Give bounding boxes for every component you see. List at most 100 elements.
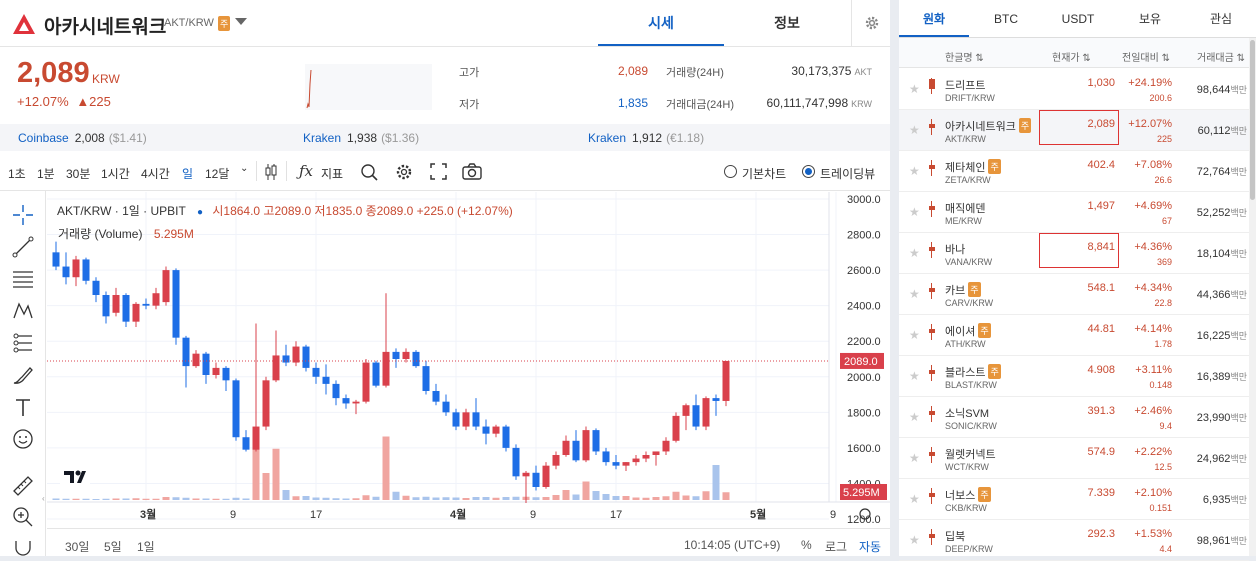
price-chart[interactable]: 3000.0 2800.0 2600.0 2400.0 2200.0 2000.0 1800… (47, 192, 890, 528)
market-row[interactable]: ★ 너보스 주 CKB/KRW 7.339 +2.10% 0.151 6,935백만 (899, 479, 1249, 520)
star-icon[interactable]: ★ (909, 369, 920, 383)
coin-price: 292.3 (1087, 528, 1115, 540)
trend-line-icon[interactable] (12, 236, 34, 258)
coin-name: 아카시네트워크 (44, 17, 167, 38)
high-label: 고가 (459, 67, 480, 79)
range-5d[interactable]: 5일 (104, 538, 122, 555)
basic-chart-radio[interactable] (724, 165, 737, 178)
star-icon[interactable]: ★ (909, 123, 920, 137)
tab-holdings[interactable]: 보유 (1115, 0, 1185, 37)
interval-1d[interactable]: 일 (182, 165, 193, 182)
candle-body (92, 280, 100, 295)
tab-krw[interactable]: 원화 (899, 0, 969, 37)
coin-volume: 24,962백만 (1197, 452, 1247, 465)
pattern-icon[interactable] (12, 300, 34, 322)
market-row[interactable]: ★ 제타체인 주 ZETA/KRW 402.4 +7.08% 26.6 72,764백만 (899, 151, 1249, 192)
volume-bar (282, 490, 290, 500)
ruler-icon[interactable] (12, 475, 34, 497)
market-row[interactable]: ★ 블라스트 주 BLAST/KRW 4.908 +3.11% 0.148 16,389백만 (899, 356, 1249, 397)
star-icon[interactable]: ★ (909, 164, 920, 178)
candle-body (232, 380, 240, 438)
volume-bar (492, 497, 500, 500)
price-unit: KRW (92, 72, 120, 86)
indicator-button[interactable]: 지표 (321, 165, 343, 182)
crosshair-icon[interactable] (12, 204, 34, 226)
volume-bar (122, 498, 130, 500)
coin-price: 8,841 (1087, 241, 1115, 253)
star-icon[interactable]: ★ (909, 246, 920, 260)
zoom-in-icon[interactable] (12, 506, 34, 528)
projection-icon[interactable] (12, 332, 34, 354)
volume-bar (402, 495, 410, 500)
star-icon[interactable]: ★ (909, 205, 920, 219)
tradingview-logo[interactable] (60, 463, 90, 489)
settings-button[interactable] (851, 0, 890, 46)
market-row[interactable]: ★ 월렛커넥트 WCT/KRW 574.9 +2.22% 12.5 24,962백만 (899, 438, 1249, 479)
tradingview-radio[interactable] (802, 165, 815, 178)
collapse-tools-icon[interactable]: ‹ (42, 494, 45, 503)
tab-btc[interactable]: BTC (971, 0, 1041, 37)
interval-1h[interactable]: 1시간 (101, 165, 130, 182)
interval-1s[interactable]: 1초 (8, 165, 26, 182)
interval-30m[interactable]: 30분 (66, 165, 90, 182)
percent-scale-button[interactable]: % (801, 538, 812, 552)
market-row[interactable]: ★ 딥북 DEEP/KRW 292.3 +1.53% 4.4 98,961백만 (899, 520, 1249, 561)
coin-symbol: VANA/KRW (945, 257, 993, 267)
text-tool-icon[interactable] (12, 396, 34, 418)
market-row[interactable]: ★ 카브 주 CARV/KRW 548.1 +4.34% 22.8 44,366백만 (899, 274, 1249, 315)
chevron-down-icon[interactable] (235, 18, 247, 25)
function-icon[interactable]: ƒx (299, 162, 313, 180)
camera-icon[interactable] (462, 163, 482, 180)
volume-bar (452, 497, 460, 500)
tab-usdt[interactable]: USDT (1043, 0, 1113, 37)
market-row[interactable]: ★ 드리프트 DRIFT/KRW 1,030 +24.19% 200.6 98,644백만 (899, 69, 1249, 110)
log-scale-button[interactable]: 로그 (825, 538, 847, 555)
coin-volume-unit: 백만 (1230, 85, 1247, 95)
star-icon[interactable]: ★ (909, 492, 920, 506)
market-row[interactable]: ★ 소닉SVM SONIC/KRW 391.3 +2.46% 9.4 23,990백만 (899, 397, 1249, 438)
interval-4h[interactable]: 4시간 (141, 165, 170, 182)
star-icon[interactable]: ★ (909, 533, 920, 547)
interval-chevron-icon[interactable]: ⌄ (240, 163, 248, 174)
eye-icon[interactable]: ● (197, 207, 203, 218)
star-icon[interactable]: ★ (909, 451, 920, 465)
compare-search-icon[interactable] (360, 163, 378, 181)
fullscreen-icon[interactable] (430, 163, 447, 180)
candle-body (442, 401, 450, 413)
range-30d[interactable]: 30일 (65, 538, 89, 555)
candle-body (472, 412, 480, 427)
candle-type-icon[interactable] (264, 163, 278, 181)
interval-12mo[interactable]: 12달 (205, 165, 229, 182)
sort-change[interactable]: 전일대비 ⇅ (1122, 49, 1170, 64)
market-row[interactable]: ★ 아카시네트워크 주 AKT/KRW 2,089 +12.07% 225 60,112백만 (899, 110, 1249, 151)
coin-volume-number: 18,104 (1196, 248, 1231, 260)
market-row[interactable]: ★ 바나 VANA/KRW 8,841 +4.36% 369 18,104백만 (899, 233, 1249, 274)
sort-name[interactable]: 한글명 ⇅ (945, 49, 984, 64)
volume-bar (162, 497, 170, 500)
volume-indicator-value: 5.295M (153, 227, 194, 241)
star-icon[interactable]: ★ (909, 82, 920, 96)
star-icon[interactable]: ★ (909, 328, 920, 342)
auto-scale-button[interactable]: 자동 (859, 538, 881, 555)
market-row[interactable]: ★ 매직에덴 ME/KRW 1,497 +4.69% 67 52,252백만 (899, 192, 1249, 233)
tab-info[interactable]: 정보 (724, 0, 850, 46)
tradingview-label: 트레이딩뷰 (820, 167, 876, 181)
star-icon[interactable]: ★ (909, 410, 920, 424)
interval-1m[interactable]: 1분 (37, 165, 55, 182)
sort-volume[interactable]: 거래대금 ⇅ (1197, 49, 1245, 64)
brush-icon[interactable] (12, 364, 34, 386)
coin-price: 548.1 (1087, 282, 1115, 294)
coin-price: 44.81 (1087, 323, 1115, 335)
scrollbar-thumb[interactable] (1250, 40, 1255, 200)
mini-candle-icon (929, 365, 935, 381)
y-tick-label: 2400.0 (847, 301, 881, 313)
star-icon[interactable]: ★ (909, 287, 920, 301)
chart-settings-gear-icon[interactable] (395, 163, 413, 181)
range-1d[interactable]: 1일 (137, 538, 155, 555)
tab-market-price[interactable]: 시세 (598, 0, 724, 46)
sort-price[interactable]: 현재가 ⇅ (1052, 49, 1091, 64)
tab-favorites[interactable]: 관심 (1186, 0, 1256, 37)
market-row[interactable]: ★ 에이셔 주 ATH/KRW 44.81 +4.14% 1.78 16,225백만 (899, 315, 1249, 356)
fib-lines-icon[interactable] (12, 268, 34, 290)
emoji-icon[interactable] (12, 428, 34, 450)
